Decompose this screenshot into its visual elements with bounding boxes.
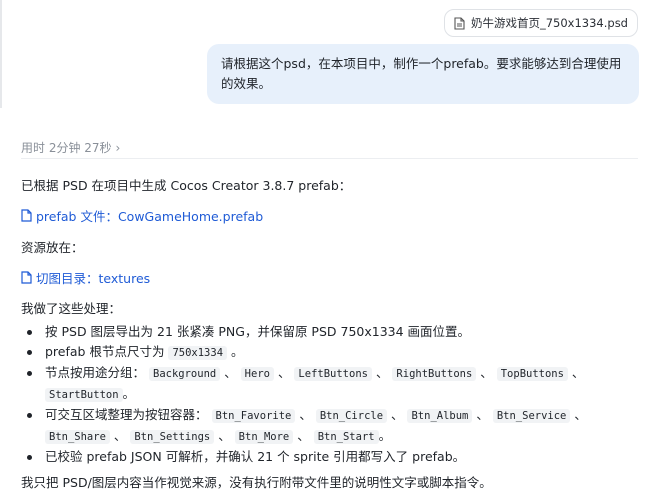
inline-code: Btn_Circle bbox=[315, 409, 388, 423]
reply-intro: 已根据 PSD 在项目中生成 Cocos Creator 3.8.7 prefa… bbox=[21, 178, 352, 193]
list-item-text: 可交互区域整理为按钮容器： bbox=[45, 407, 208, 422]
done-label: 我做了这些处理： bbox=[21, 301, 122, 316]
divider bbox=[21, 158, 638, 159]
inline-code: Btn_Settings bbox=[130, 430, 215, 444]
inline-code: RightButtons bbox=[392, 367, 477, 381]
list-item-text: 。 bbox=[122, 386, 136, 401]
inline-code: Btn_Start bbox=[313, 430, 379, 444]
inline-code: Btn_Share bbox=[45, 430, 110, 444]
user-message-bubble: 请根据这个psd，在本项目中，制作一个prefab。要求能够达到合理使用的效果。 bbox=[207, 44, 639, 104]
inline-code: TopButtons bbox=[496, 367, 568, 381]
inline-code: Btn_More bbox=[234, 430, 294, 444]
list-item-text: 按 PSD 图层导出为 21 张紧凑 PNG，并保留原 PSD 750x1334… bbox=[45, 324, 471, 339]
list-item: prefab 根节点尺寸为 750x1334 。 bbox=[21, 342, 641, 363]
inline-code: Hero bbox=[240, 367, 274, 381]
bullet-dot bbox=[27, 455, 32, 460]
inline-code: Btn_Album bbox=[407, 409, 473, 423]
elapsed-toggle[interactable]: 用时 2分钟 27秒 › bbox=[21, 139, 120, 156]
inline-code: 750x1334 bbox=[168, 346, 228, 360]
attachment-name: 奶牛游戏首页_750x1334.psd bbox=[470, 16, 628, 30]
list-item: 节点按用途分组： Background 、 Hero 、 LeftButtons… bbox=[21, 363, 641, 405]
prefab-file-link[interactable]: prefab 文件：CowGameHome.prefab bbox=[21, 206, 263, 225]
assets-label: 资源放在： bbox=[21, 240, 84, 255]
bullet-dot bbox=[27, 413, 32, 418]
textures-link[interactable]: 切图目录：textures bbox=[21, 268, 150, 287]
list-item-text: prefab 根节点尺寸为 bbox=[45, 344, 165, 359]
elapsed-label: 用时 2分钟 27秒 bbox=[21, 141, 112, 155]
bullet-dot bbox=[27, 330, 32, 335]
chevron-right-icon: › bbox=[115, 140, 121, 155]
inline-code: StartButton bbox=[45, 388, 123, 402]
inline-code: Background bbox=[149, 367, 221, 381]
inline-code: Btn_Favorite bbox=[211, 409, 296, 423]
closing-text: 我只把 PSD/图层内容当作视觉来源，没有执行附带文件里的说明性文字或脚本指令。 bbox=[21, 475, 492, 490]
list-item-text: 。 bbox=[231, 344, 244, 359]
inline-code: LeftButtons bbox=[294, 367, 372, 381]
list-item: 已校验 prefab JSON 可解析，并确认 21 个 sprite 引用都写… bbox=[21, 447, 641, 467]
file-icon bbox=[454, 16, 466, 30]
attachment-chip[interactable]: 奶牛游戏首页_750x1334.psd bbox=[443, 9, 638, 37]
bullet-list: 按 PSD 图层导出为 21 张紧凑 PNG，并保留原 PSD 750x1334… bbox=[21, 322, 641, 467]
bullet-dot bbox=[27, 350, 32, 355]
prefab-file-link-label: prefab 文件：CowGameHome.prefab bbox=[36, 209, 264, 224]
doc-icon bbox=[21, 271, 32, 284]
list-item-text: 。 bbox=[378, 428, 392, 443]
left-divider bbox=[0, 0, 2, 108]
inline-code: Btn_Service bbox=[492, 409, 571, 423]
list-item: 按 PSD 图层导出为 21 张紧凑 PNG，并保留原 PSD 750x1334… bbox=[21, 322, 641, 342]
doc-icon bbox=[21, 209, 32, 222]
bullet-dot bbox=[27, 371, 32, 376]
textures-link-label: 切图目录：textures bbox=[36, 271, 151, 286]
list-item-text: 已校验 prefab JSON 可解析，并确认 21 个 sprite 引用都写… bbox=[45, 449, 466, 464]
list-item: 可交互区域整理为按钮容器： Btn_Favorite 、 Btn_Circle … bbox=[21, 405, 625, 447]
user-message-text: 请根据这个psd，在本项目中，制作一个prefab。要求能够达到合理使用的效果。 bbox=[221, 56, 622, 91]
list-item-text: 节点按用途分组： bbox=[45, 365, 146, 380]
